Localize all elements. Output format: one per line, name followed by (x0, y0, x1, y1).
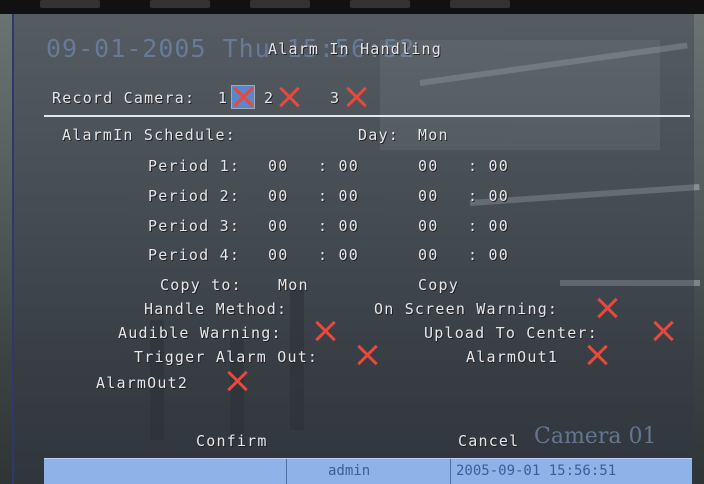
alarmin-schedule-label: AlarmIn Schedule: (62, 126, 236, 144)
period-1-start-hour[interactable]: 00 (268, 157, 288, 175)
period-3-start-minute[interactable]: : 00 (318, 217, 359, 235)
divider (44, 115, 690, 117)
period-4-start-minute[interactable]: : 00 (318, 246, 359, 264)
status-divider (450, 459, 451, 484)
period-2-start-minute[interactable]: : 00 (318, 187, 359, 205)
record-camera-label: Record Camera: (52, 89, 196, 107)
dvr-screen: 09-01-2005 Thu 15:56:52 Camera 01 Alarm … (0, 0, 704, 484)
copy-to-select[interactable]: Mon (278, 276, 309, 294)
period-4-end-hour[interactable]: 00 (418, 246, 438, 264)
confirm-button[interactable]: Confirm (196, 432, 268, 450)
record-camera-1-checkbox[interactable] (231, 85, 255, 109)
audible-warning-checkbox[interactable] (314, 320, 336, 342)
cancel-button[interactable]: Cancel (458, 432, 519, 450)
period-1-end-hour[interactable]: 00 (418, 157, 438, 175)
dialog-title: Alarm In Handling (268, 40, 442, 58)
alarm-out1-checkbox[interactable] (586, 344, 608, 366)
period-2-end-hour[interactable]: 00 (418, 187, 438, 205)
upload-to-center-label: Upload To Center: (424, 324, 598, 342)
period-3-start-hour[interactable]: 00 (268, 217, 288, 235)
status-user: admin (328, 463, 371, 479)
period-4-end-minute[interactable]: : 00 (468, 246, 509, 264)
on-screen-warning-checkbox[interactable] (596, 297, 618, 319)
status-divider (286, 459, 287, 484)
upload-to-center-checkbox[interactable] (652, 320, 674, 342)
status-bar: admin 2005-09-01 15:56:51 (44, 458, 692, 484)
period-2-end-minute[interactable]: : 00 (468, 187, 509, 205)
osd-camera-label: Camera 01 (534, 424, 657, 449)
period-3-end-minute[interactable]: : 00 (468, 217, 509, 235)
video-top-strip (0, 0, 704, 14)
copy-button[interactable]: Copy (418, 276, 459, 294)
period-3-end-hour[interactable]: 00 (418, 217, 438, 235)
alarm-out2-label: AlarmOut2 (96, 374, 189, 392)
on-screen-warning-label: On Screen Warning: (374, 300, 559, 318)
copy-to-label: Copy to: (160, 276, 242, 294)
alarm-out1-label: AlarmOut1 (466, 348, 559, 366)
record-camera-3-checkbox[interactable] (345, 86, 367, 108)
period-2-label: Period 2: (148, 187, 241, 205)
day-label: Day: (358, 126, 399, 144)
period-1-label: Period 1: (148, 157, 241, 175)
day-select[interactable]: Mon (418, 126, 449, 144)
record-camera-2-label: 2 (264, 89, 275, 107)
alarm-out2-checkbox[interactable] (226, 370, 248, 392)
record-camera-1-label: 1 (218, 89, 229, 107)
period-4-start-hour[interactable]: 00 (268, 246, 288, 264)
period-2-start-hour[interactable]: 00 (268, 187, 288, 205)
trigger-alarm-out-checkbox[interactable] (356, 344, 378, 366)
handle-method-label: Handle Method: (144, 300, 288, 318)
record-camera-2-checkbox[interactable] (278, 86, 300, 108)
audible-warning-label: Audible Warning: (118, 324, 282, 342)
trigger-alarm-out-label: Trigger Alarm Out: (134, 348, 319, 366)
record-camera-3-label: 3 (330, 89, 341, 107)
period-3-label: Period 3: (148, 217, 241, 235)
period-1-end-minute[interactable]: : 00 (468, 157, 509, 175)
status-datetime: 2005-09-01 15:56:51 (456, 463, 617, 479)
period-4-label: Period 4: (148, 246, 241, 264)
period-1-start-minute[interactable]: : 00 (318, 157, 359, 175)
